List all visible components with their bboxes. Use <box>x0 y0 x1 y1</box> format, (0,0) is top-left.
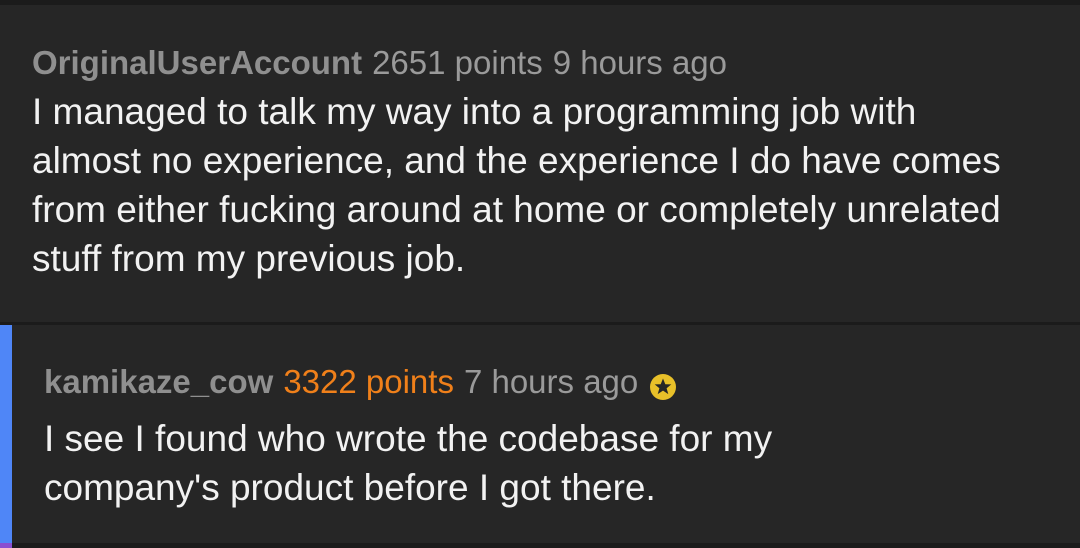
star-award-icon[interactable] <box>650 369 677 400</box>
next-comment-indent-bar <box>0 543 12 548</box>
comment-score: 3322 points <box>283 363 454 400</box>
comment-body: I see I found who wrote the codebase for… <box>44 418 773 508</box>
comment-time: 9 hours ago <box>552 44 728 81</box>
comment-author[interactable]: OriginalUserAccount <box>32 43 362 83</box>
comment-body: I managed to talk my way into a programm… <box>32 91 1001 279</box>
comment-reply[interactable]: kamikaze_cow 3322 points 7 hours ago I s… <box>0 325 1080 543</box>
comment-score: 2651 points <box>372 44 543 81</box>
reply-indent-bar <box>0 325 12 543</box>
comment-original[interactable]: OriginalUserAccount 2651 points 9 hours … <box>0 5 1080 322</box>
comment-meta: OriginalUserAccount 2651 points 9 hours … <box>32 43 1080 83</box>
comment-author[interactable]: kamikaze_cow <box>44 362 273 402</box>
bottom-divider <box>0 543 1080 548</box>
comment-meta: kamikaze_cow 3322 points 7 hours ago <box>44 362 1080 402</box>
comment-thread-screen: OriginalUserAccount 2651 points 9 hours … <box>0 0 1080 548</box>
comment-time: 7 hours ago <box>463 363 639 400</box>
